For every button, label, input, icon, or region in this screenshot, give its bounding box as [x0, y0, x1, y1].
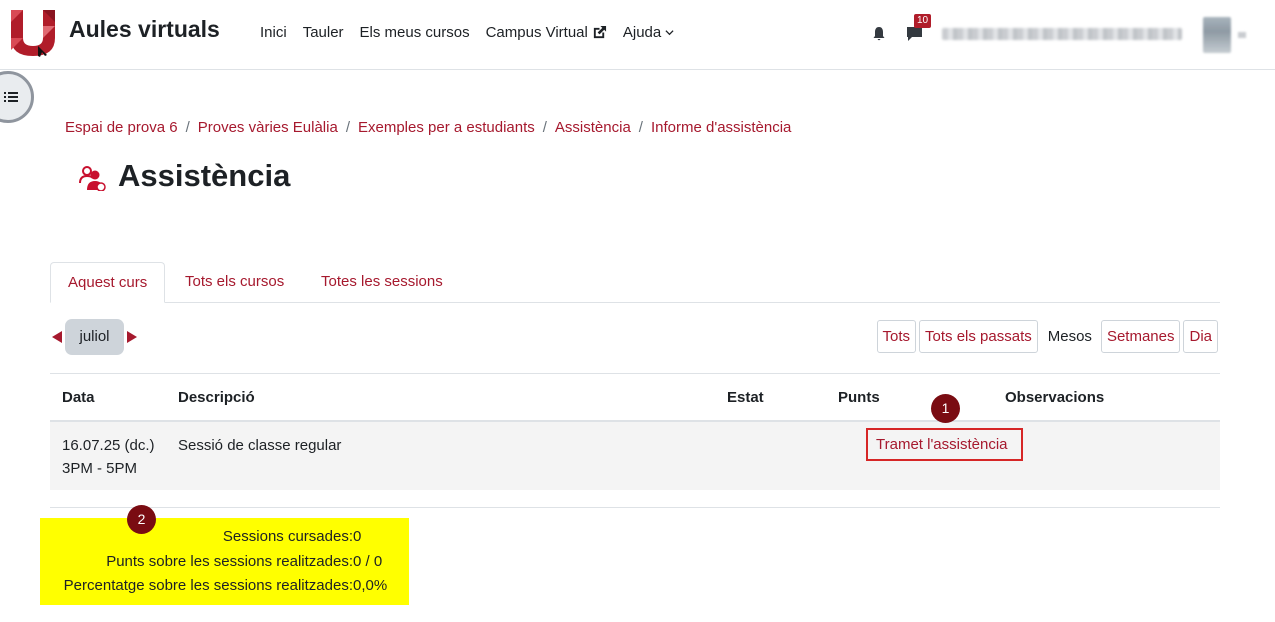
breadcrumb-item-assistencia[interactable]: Assistència: [555, 119, 631, 136]
view-all-past-button[interactable]: Tots els passats: [919, 320, 1038, 353]
next-period-arrow-icon[interactable]: [127, 331, 137, 343]
view-day-button[interactable]: Dia: [1183, 320, 1218, 353]
attendance-summary: Sessions cursades: 0 Punts sobre les ses…: [40, 518, 409, 605]
breadcrumb-separator: /: [542, 119, 547, 136]
column-header-data: Data: [62, 389, 95, 406]
breadcrumb-separator: /: [638, 119, 643, 136]
tab-tots-els-cursos[interactable]: Tots els cursos: [168, 262, 301, 302]
view-weeks-button[interactable]: Setmanes: [1100, 320, 1181, 353]
bell-icon[interactable]: [871, 26, 887, 42]
breadcrumb-item-espai-de-prova[interactable]: Espai de prova 6: [65, 119, 178, 136]
view-all-button[interactable]: Tots: [876, 320, 917, 353]
report-tabs: Aquest curs Tots els cursos Totes les se…: [50, 262, 1220, 303]
user-name-blurred[interactable]: [942, 28, 1182, 40]
course-index-toggle[interactable]: [0, 71, 34, 123]
summary-label: Sessions cursades:: [222, 528, 353, 545]
top-navbar: Aules virtuals Inici Tauler Els meus cur…: [0, 0, 1275, 70]
site-name[interactable]: Aules virtuals: [69, 16, 220, 43]
summary-value: 0: [353, 528, 362, 545]
nav-link-tauler[interactable]: Tauler: [295, 24, 352, 41]
column-header-descripcio: Descripció: [178, 389, 255, 406]
breadcrumb-item-informe[interactable]: Informe d'assistència: [651, 119, 791, 136]
nav-link-inici[interactable]: Inici: [252, 24, 295, 41]
nav-link-campus-virtual-label: Campus Virtual: [485, 24, 588, 41]
user-menu-toggle-blurred[interactable]: [1238, 32, 1246, 38]
tab-totes-les-sessions[interactable]: Totes les sessions: [304, 262, 460, 302]
session-time: 3PM - 5PM: [62, 460, 138, 477]
summary-label: Percentatge sobre les sessions realitzad…: [63, 577, 353, 594]
view-months-current: Mesos: [1047, 328, 1092, 345]
breadcrumb: Espai de prova 6 / Proves vàries Eulàlia…: [65, 119, 791, 136]
nav-link-els-meus-cursos[interactable]: Els meus cursos: [352, 24, 478, 41]
breadcrumb-separator: /: [345, 119, 350, 136]
breadcrumb-separator: /: [185, 119, 190, 136]
list-icon: [4, 92, 18, 102]
chevron-down-icon: [665, 30, 674, 36]
primary-navigation: Inici Tauler Els meus cursos Campus Virt…: [252, 24, 682, 41]
table-bottom-border: [50, 507, 1220, 508]
previous-period-arrow-icon[interactable]: [52, 331, 62, 343]
column-header-punts: Punts: [838, 389, 880, 406]
breadcrumb-item-exemples[interactable]: Exemples per a estudiants: [358, 119, 535, 136]
summary-value: 0 / 0: [353, 553, 383, 570]
nav-link-ajuda[interactable]: Ajuda: [615, 24, 682, 41]
breadcrumb-item-proves-varies[interactable]: Proves vàries Eulàlia: [198, 119, 338, 136]
annotation-marker-2: 2: [127, 505, 156, 534]
page-title: Assistència: [118, 158, 291, 193]
column-header-observacions: Observacions: [1005, 389, 1105, 406]
external-link-icon: [593, 25, 606, 39]
annotation-marker-1: 1: [931, 394, 960, 423]
summary-row-sessions: Sessions cursades: 0: [40, 528, 388, 545]
current-month: juliol: [65, 319, 124, 355]
message-count-badge: 10: [914, 14, 932, 28]
nav-link-campus-virtual[interactable]: Campus Virtual: [478, 24, 615, 41]
summary-row-points: Punts sobre les sessions realitzades: 0 …: [40, 553, 388, 570]
column-header-estat: Estat: [727, 389, 764, 406]
attendance-icon: [79, 166, 106, 191]
summary-value: 0,0%: [353, 577, 388, 594]
view-filter-buttons: Tots Tots els passats Mesos Setmanes Dia: [874, 320, 1218, 353]
session-description: Sessió de classe regular: [178, 437, 342, 454]
site-logo[interactable]: [9, 8, 57, 58]
nav-link-ajuda-label: Ajuda: [622, 24, 662, 41]
submit-attendance-link[interactable]: Tramet l'assistència: [866, 428, 1023, 461]
summary-row-percentage: Percentatge sobre les sessions realitzad…: [40, 577, 388, 594]
summary-label: Punts sobre les sessions realitzades:: [106, 553, 353, 570]
table-top-border: [50, 373, 1220, 374]
tab-aquest-curs[interactable]: Aquest curs: [50, 262, 166, 303]
session-date: 16.07.25 (dc.): [62, 437, 155, 454]
avatar[interactable]: [1203, 17, 1231, 53]
message-icon[interactable]: [906, 26, 923, 42]
